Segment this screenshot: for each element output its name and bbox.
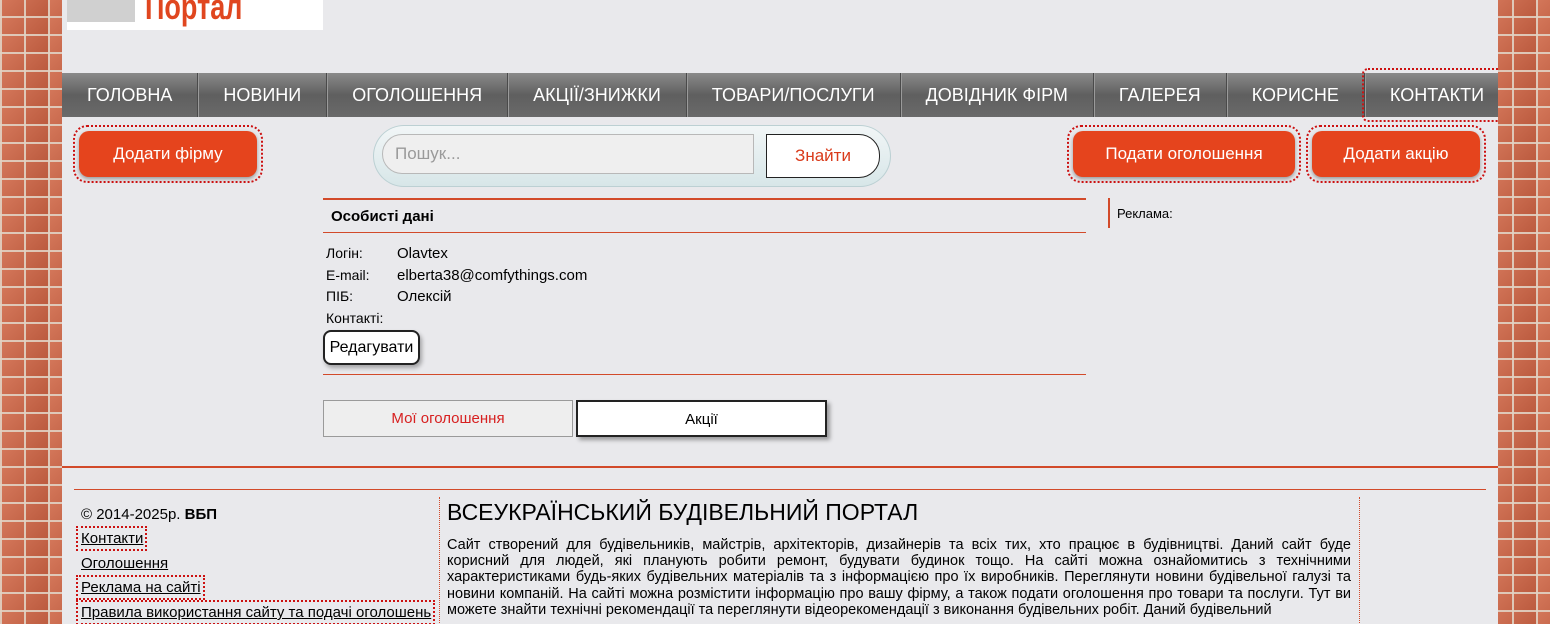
profile-title: Особисті дані: [331, 208, 434, 225]
search-input[interactable]: [382, 134, 754, 174]
footer-copyright: © 2014-2025р. ВБП: [81, 506, 217, 523]
profile-top-divider: [323, 198, 1086, 200]
full-name-value: Олексій: [397, 288, 452, 305]
nav-item-promotions[interactable]: АКЦІЇ/ЗНИЖКИ: [508, 73, 687, 117]
nav-item-useful[interactable]: КОРИСНЕ: [1227, 73, 1365, 117]
about-text: Сайт створений для будівельників, майстр…: [447, 537, 1351, 618]
about-title: ВСЕУКРАЇНСЬКИЙ БУДІВЕЛЬНИЙ ПОРТАЛ: [447, 499, 919, 525]
footer-link-advertising[interactable]: Реклама на сайті: [76, 575, 205, 600]
sidebar-ad-divider: [1108, 198, 1110, 228]
logo-text: Портал: [145, 0, 243, 27]
search-button[interactable]: Знайти: [766, 134, 880, 178]
login-value: Olavtex: [397, 245, 448, 262]
main-navigation: ГОЛОВНА НОВИНИ ОГОЛОШЕННЯ АКЦІЇ/ЗНИЖКИ Т…: [62, 68, 1498, 122]
login-label: Логін:: [326, 245, 363, 261]
nav-item-home[interactable]: ГОЛОВНА: [62, 73, 199, 117]
sidebar-ad-label: Реклама:: [1117, 206, 1173, 221]
tab-my-ads[interactable]: Мої оголошення: [323, 400, 573, 437]
about-section: ВСЕУКРАЇНСЬКИЙ БУДІВЕЛЬНИЙ ПОРТАЛ Сайт с…: [439, 497, 1360, 624]
tab-promotions[interactable]: Акції: [576, 400, 827, 437]
footer-divider: [74, 489, 1486, 490]
copyright-text: © 2014-2025р.: [81, 506, 181, 523]
submit-ad-button[interactable]: Подати оголошення: [1067, 125, 1301, 183]
email-value: elberta38@comfythings.com: [397, 267, 588, 284]
add-promo-button[interactable]: Додати акцію: [1306, 125, 1486, 183]
footer-link-ads[interactable]: Оголошення: [81, 555, 168, 572]
footer-link-rules[interactable]: Правила використання сайту та подачі ого…: [75, 600, 436, 624]
full-name-label: ПІБ:: [326, 288, 354, 304]
search-bar: Знайти: [373, 125, 891, 187]
profile-title-divider: [323, 232, 1086, 233]
footer-top-border: [62, 466, 1498, 468]
footer-link-contacts[interactable]: Контакти: [75, 526, 148, 551]
email-label: E-mail:: [326, 267, 370, 283]
page-container: Портал ГОЛОВНА НОВИНИ ОГОЛОШЕННЯ АКЦІЇ/З…: [62, 0, 1498, 624]
profile-bottom-divider: [323, 374, 1086, 375]
contacts-label: Контакті:: [326, 310, 384, 326]
nav-item-ads[interactable]: ОГОЛОШЕННЯ: [327, 73, 509, 117]
add-firm-button[interactable]: Додати фірму: [73, 125, 263, 183]
nav-item-news[interactable]: НОВИНИ: [198, 73, 328, 117]
site-logo[interactable]: Портал: [67, 0, 323, 30]
copyright-brand: ВБП: [184, 506, 218, 523]
nav-item-gallery[interactable]: ГАЛЕРЕЯ: [1094, 73, 1227, 117]
logo-graphic: [67, 0, 135, 22]
edit-profile-button[interactable]: Редагувати: [323, 330, 420, 365]
nav-item-company-directory[interactable]: ДОВІДНИК ФІРМ: [901, 73, 1094, 117]
nav-item-goods-services[interactable]: ТОВАРИ/ПОСЛУГИ: [687, 73, 901, 117]
nav-item-contacts[interactable]: КОНТАКТИ: [1361, 68, 1498, 122]
